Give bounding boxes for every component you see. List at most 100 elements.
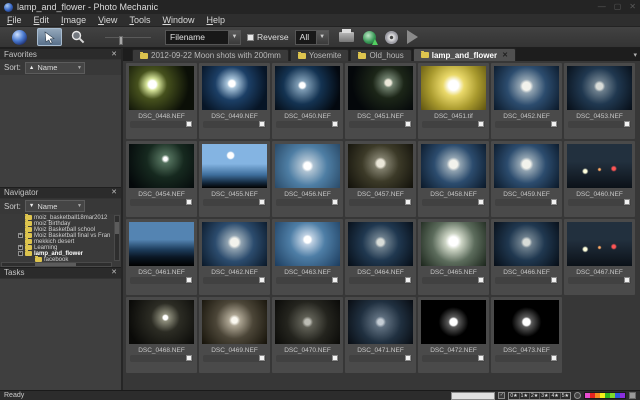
thumbnail-cell[interactable]: DSC_0469.NEF — [199, 297, 270, 373]
rating-filter-toggle-icon[interactable]: ✓ — [498, 392, 505, 399]
tag-checkbox[interactable] — [259, 355, 265, 361]
upload-button[interactable] — [363, 31, 376, 44]
color-sphere-icon[interactable] — [12, 30, 27, 45]
tag-checkbox[interactable] — [624, 277, 630, 283]
thumbnail-cell[interactable]: DSC_0471.NEF — [345, 297, 416, 373]
minimize-button[interactable]: — — [598, 3, 606, 11]
tag-checkbox[interactable] — [478, 355, 484, 361]
scrollbar-thumb[interactable] — [115, 222, 119, 234]
thumbnail-cell[interactable]: DSC_0467.NEF — [564, 219, 635, 295]
tag-checkbox[interactable] — [624, 121, 630, 127]
tag-checkbox[interactable] — [186, 199, 192, 205]
slider-thumb[interactable] — [119, 36, 123, 45]
menu-image[interactable]: Image — [61, 15, 86, 25]
rating-filter-button[interactable]: 5★ — [561, 393, 570, 399]
thumbnail-image[interactable] — [129, 222, 194, 266]
thumbnail-image[interactable] — [275, 222, 340, 266]
tag-checkbox[interactable] — [186, 121, 192, 127]
rating-filter-button[interactable]: 1★ — [520, 393, 530, 399]
burn-disc-button[interactable] — [385, 31, 398, 44]
thumbnail-image[interactable] — [421, 222, 486, 266]
tag-checkbox[interactable] — [624, 199, 630, 205]
tasks-list-area[interactable] — [0, 279, 121, 391]
tag-checkbox[interactable] — [551, 277, 557, 283]
tag-checkbox[interactable] — [332, 355, 338, 361]
tab-2012-09-22-moon-shots-with-200mm[interactable]: 2012-09-22 Moon shots with 200mm — [132, 49, 289, 61]
thumbnail-image[interactable] — [129, 300, 194, 344]
thumbnail-cell[interactable]: DSC_0452.NEF — [491, 63, 562, 139]
menu-edit[interactable]: Edit — [34, 15, 50, 25]
thumbnail-image[interactable] — [202, 144, 267, 188]
tree-expander-icon[interactable]: + — [18, 233, 23, 238]
tree-expander-icon[interactable]: - — [18, 251, 23, 256]
tag-checkbox[interactable] — [186, 277, 192, 283]
thumbnail-image[interactable] — [567, 222, 632, 266]
navigator-close-icon[interactable]: ✕ — [111, 189, 117, 196]
navigator-sort-combo[interactable]: ▼ Name ▼ — [25, 200, 85, 212]
thumbnail-cell[interactable]: DSC_0449.NEF — [199, 63, 270, 139]
thumbnail-cell[interactable]: DSC_0461.NEF — [126, 219, 197, 295]
print-button[interactable] — [339, 32, 354, 42]
thumbnail-image[interactable] — [202, 222, 267, 266]
tag-checkbox[interactable] — [478, 277, 484, 283]
tag-checkbox[interactable] — [259, 277, 265, 283]
favorites-list-area[interactable] — [0, 75, 121, 187]
thumbnail-cell[interactable]: DSC_0462.NEF — [199, 219, 270, 295]
thumbnail-cell[interactable]: DSC_0457.NEF — [345, 141, 416, 217]
tag-checkbox[interactable] — [332, 121, 338, 127]
thumbnail-image[interactable] — [494, 66, 559, 110]
tag-checkbox[interactable] — [551, 199, 557, 205]
tag-checkbox[interactable] — [405, 277, 411, 283]
thumbnail-cell[interactable]: DSC_0464.NEF — [345, 219, 416, 295]
menu-help[interactable]: Help — [206, 15, 225, 25]
menu-tools[interactable]: Tools — [129, 15, 150, 25]
loupe-tool-button[interactable] — [65, 28, 90, 46]
rating-filter-button[interactable]: 2★ — [530, 393, 540, 399]
tag-checkbox[interactable] — [332, 199, 338, 205]
thumbnail-image[interactable] — [348, 66, 413, 110]
color-filter-toggle-icon[interactable] — [574, 392, 581, 399]
scrollbar-thumb[interactable] — [35, 263, 76, 266]
view-filter-combo[interactable]: All ▼ — [295, 30, 329, 45]
combo-arrow-icon[interactable]: ▼ — [228, 31, 240, 44]
tree-vertical-scrollbar[interactable] — [114, 215, 120, 261]
menu-file[interactable]: File — [7, 15, 22, 25]
thumbnail-image[interactable] — [494, 222, 559, 266]
tab-overflow-icon[interactable]: ▾ — [633, 51, 637, 59]
tag-checkbox[interactable] — [186, 355, 192, 361]
thumbnail-image[interactable] — [202, 300, 267, 344]
tag-checkbox[interactable] — [405, 355, 411, 361]
thumbnail-size-slider[interactable] — [105, 29, 151, 45]
thumbnail-cell[interactable]: DSC_0448.NEF — [126, 63, 197, 139]
thumbnail-image[interactable] — [421, 144, 486, 188]
reverse-checkbox[interactable] — [247, 34, 254, 41]
thumbnail-image[interactable] — [421, 300, 486, 344]
combo-arrow-icon[interactable]: ▼ — [77, 65, 82, 71]
thumbnail-image[interactable] — [275, 66, 340, 110]
thumbnail-image[interactable] — [348, 300, 413, 344]
thumbnail-image[interactable] — [129, 144, 194, 188]
status-filter-input[interactable] — [451, 392, 495, 400]
color-class-swatch[interactable] — [620, 393, 625, 398]
tag-checkbox[interactable] — [405, 121, 411, 127]
thumbnail-cell[interactable]: DSC_0455.NEF — [199, 141, 270, 217]
tree-horizontal-scrollbar[interactable] — [1, 262, 112, 267]
select-tool-button[interactable] — [37, 28, 62, 46]
tag-checkbox[interactable] — [478, 199, 484, 205]
sort-order-combo[interactable]: Filename ▼ — [165, 30, 241, 45]
thumbnail-image[interactable] — [348, 222, 413, 266]
no-color-class-swatch[interactable] — [629, 392, 636, 399]
close-button[interactable]: ✕ — [629, 3, 636, 11]
rating-filter-button[interactable]: 0★ — [509, 393, 519, 399]
thumbnail-image[interactable] — [202, 66, 267, 110]
menu-view[interactable]: View — [98, 15, 117, 25]
thumbnail-image[interactable] — [494, 144, 559, 188]
thumbnail-image[interactable] — [421, 66, 486, 110]
combo-arrow-icon[interactable]: ▼ — [316, 31, 328, 44]
thumbnail-cell[interactable]: DSC_0473.NEF — [491, 297, 562, 373]
thumbnail-image[interactable] — [275, 144, 340, 188]
thumbnail-image[interactable] — [275, 300, 340, 344]
thumbnail-image[interactable] — [567, 144, 632, 188]
thumbnail-cell[interactable]: DSC_0450.NEF — [272, 63, 343, 139]
tag-checkbox[interactable] — [478, 121, 484, 127]
